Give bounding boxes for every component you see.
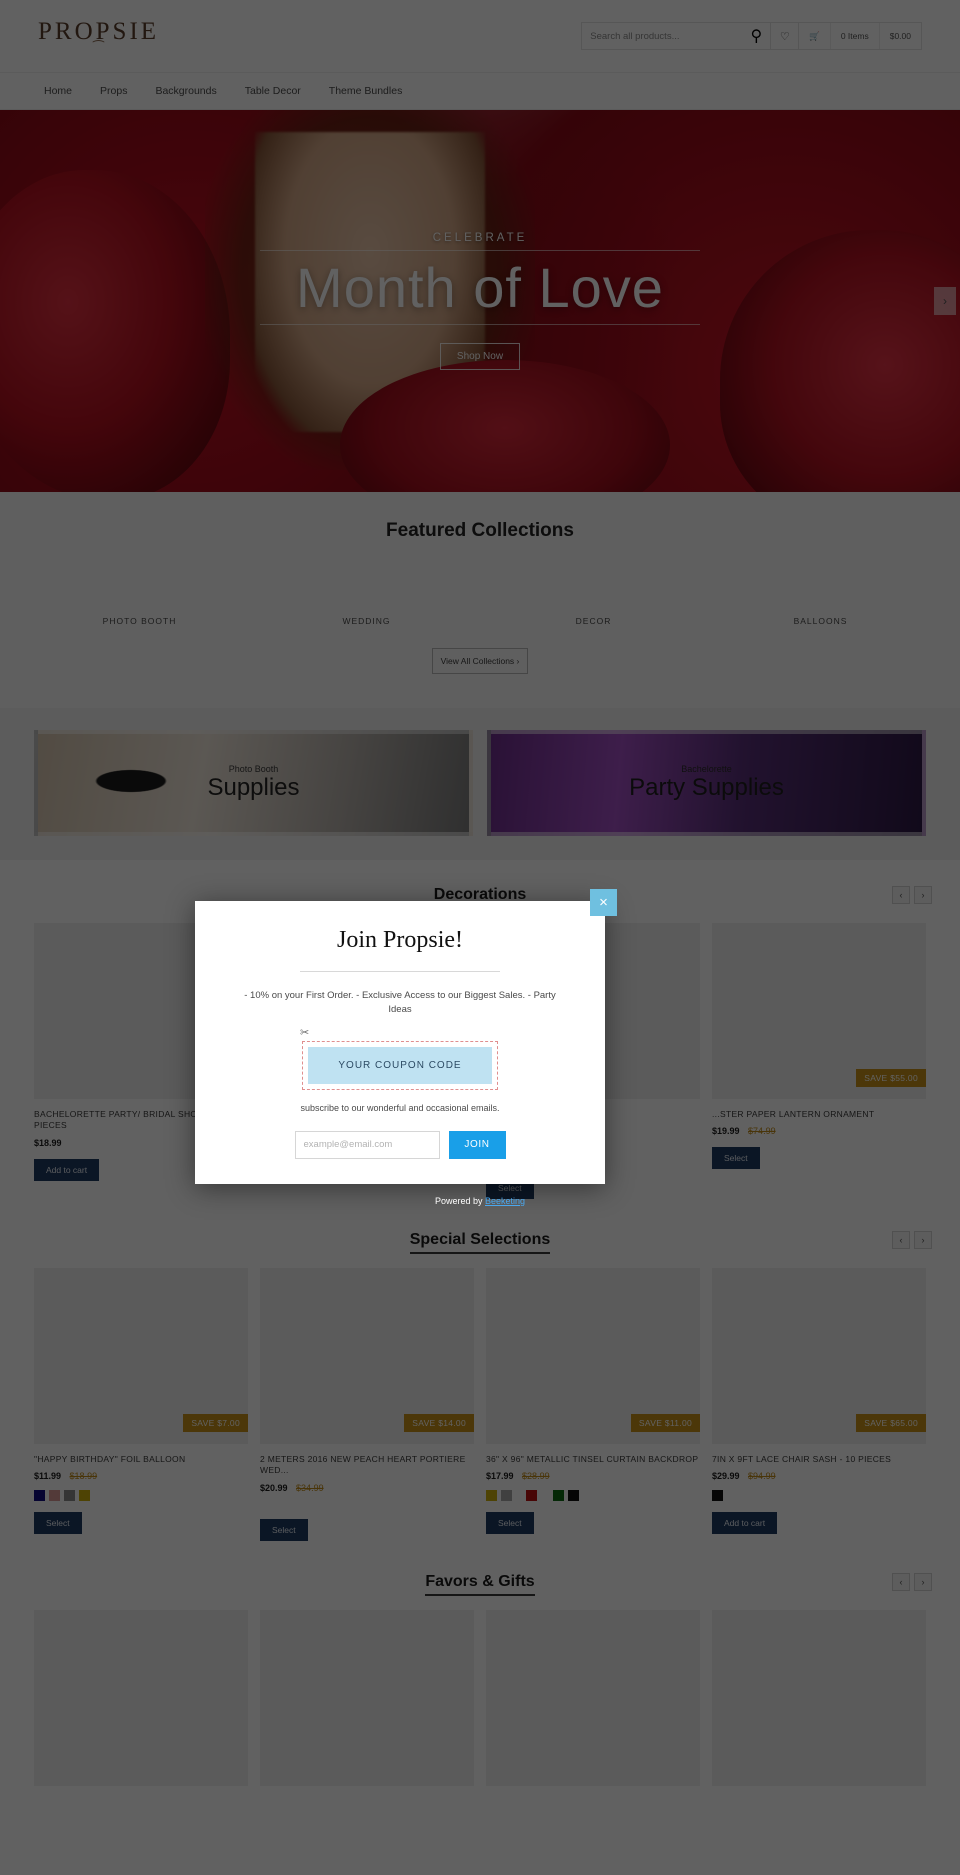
coupon-wrapper: YOUR COUPON CODE <box>302 1040 498 1090</box>
close-icon[interactable]: × <box>590 889 617 916</box>
modal-title: Join Propsie! <box>337 927 463 953</box>
beeketing-link[interactable]: Beeketing <box>485 1196 525 1206</box>
newsletter-form: JOIN <box>294 1130 506 1159</box>
modal-divider <box>300 971 500 972</box>
powered-by-label: Powered by Beeketing <box>0 1196 960 1206</box>
join-button[interactable]: JOIN <box>448 1130 506 1159</box>
coupon-code[interactable]: YOUR COUPON CODE <box>308 1046 492 1084</box>
modal-description: - 10% on your First Order. - Exclusive A… <box>244 990 556 1016</box>
email-field[interactable] <box>294 1130 440 1159</box>
modal-subtext: subscribe to our wonderful and occasiona… <box>300 1102 500 1113</box>
newsletter-modal: × Join Propsie! - 10% on your First Orde… <box>195 889 617 1184</box>
scissors-icon: ✂ <box>300 1026 310 1039</box>
powered-by-prefix: Powered by <box>434 1196 485 1206</box>
